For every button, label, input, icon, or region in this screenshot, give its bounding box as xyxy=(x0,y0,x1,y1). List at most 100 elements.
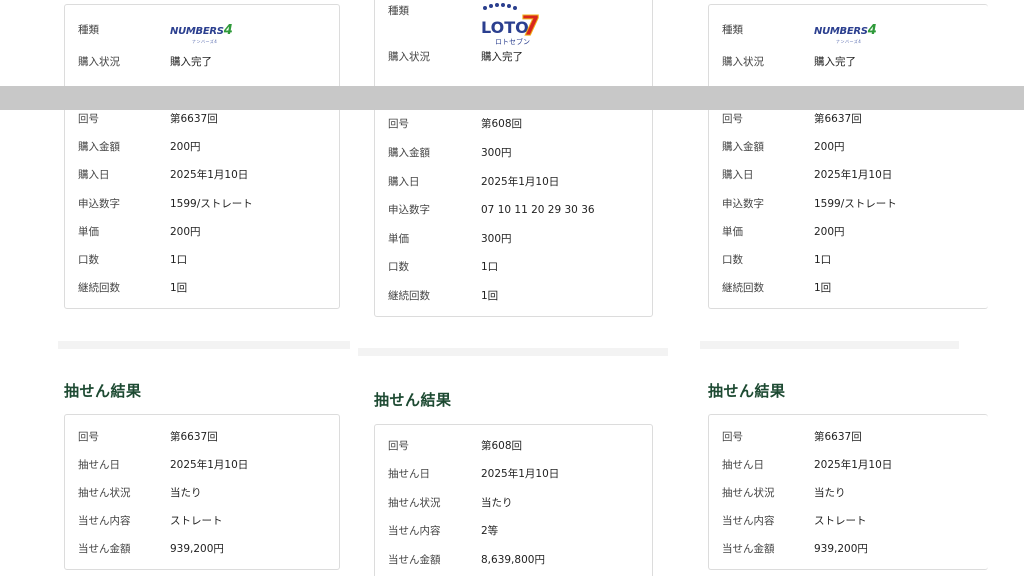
row-label: 抽せん日 xyxy=(388,468,430,480)
row-label: 抽せん状況 xyxy=(722,487,775,499)
row-units: 口数 1口 xyxy=(375,257,652,277)
result-heading: 抽せん結果 xyxy=(708,382,786,400)
numbers4-digit: 4 xyxy=(223,23,233,38)
result-card-1: 回号 第6637回 抽せん日 2025年1月10日 抽せん状況 当たり 当せん内… xyxy=(64,414,340,570)
row-value: 2025年1月10日 xyxy=(170,459,249,471)
row-value: 1回 xyxy=(170,282,188,294)
section-divider xyxy=(358,348,668,356)
row-type: 種類 NUMBERS4 ナンバーズ4 xyxy=(709,20,988,44)
row-numbers: 申込数字 07 10 11 20 29 30 36 xyxy=(375,200,652,220)
row-value: 200円 xyxy=(814,141,845,153)
star-icon xyxy=(483,3,517,10)
row-label: 口数 xyxy=(722,254,743,266)
result-row: 抽せん日 2025年1月10日 xyxy=(375,464,652,484)
row-type: 種類 NUMBERS4 ナンバーズ4 xyxy=(65,20,339,44)
row-label: 回号 xyxy=(722,431,743,443)
numbers4-digit: 4 xyxy=(867,23,877,38)
row-value: 200円 xyxy=(170,141,201,153)
row-label: 当せん金額 xyxy=(78,543,131,555)
row-continuation: 継続回数 1回 xyxy=(375,286,652,306)
result-row: 当せん金額 8,639,800円 xyxy=(375,550,652,570)
row-value: ストレート xyxy=(170,515,223,527)
result-row: 当せん内容 2等 xyxy=(375,521,652,541)
row-label: 種類 xyxy=(722,24,743,36)
row-continuation: 継続回数 1回 xyxy=(709,278,988,298)
row-label: 継続回数 xyxy=(78,282,120,294)
section-divider xyxy=(700,341,959,349)
row-value: 939,200円 xyxy=(170,543,224,555)
row-label: 回号 xyxy=(78,431,99,443)
result-row: 抽せん状況 当たり xyxy=(375,493,652,513)
row-value: 当たり xyxy=(481,497,513,509)
row-label: 購入状況 xyxy=(78,56,120,68)
row-status: 購入状況 購入完了 xyxy=(709,52,988,72)
row-label: 申込数字 xyxy=(722,198,764,210)
result-row: 抽せん状況 当たり xyxy=(709,483,988,503)
row-amount: 購入金額 200円 xyxy=(709,137,988,157)
row-date: 購入日 2025年1月10日 xyxy=(709,165,988,185)
row-value: 2025年1月10日 xyxy=(481,468,560,480)
row-value: 第6637回 xyxy=(814,113,862,125)
row-label: 購入金額 xyxy=(388,147,430,159)
row-label: 単価 xyxy=(388,233,409,245)
row-value: 購入完了 xyxy=(481,51,523,63)
row-draw-number: 回号 第6637回 xyxy=(709,109,988,129)
result-row: 回号 第6637回 xyxy=(709,427,988,447)
section-divider xyxy=(58,341,350,349)
row-label: 申込数字 xyxy=(388,204,430,216)
result-row: 抽せん状況 当たり xyxy=(65,483,339,503)
row-value: 2等 xyxy=(481,525,499,537)
result-row: 当せん金額 939,200円 xyxy=(709,539,988,559)
row-value: 当たり xyxy=(170,487,202,499)
row-value: 第6637回 xyxy=(170,113,218,125)
row-label: 種類 xyxy=(388,5,409,17)
result-row: 抽せん日 2025年1月10日 xyxy=(65,455,339,475)
row-continuation: 継続回数 1回 xyxy=(65,278,339,298)
row-units: 口数 1口 xyxy=(65,250,339,270)
row-unit-price: 単価 200円 xyxy=(65,222,339,242)
numbers4-logo: NUMBERS4 ナンバーズ4 xyxy=(170,23,233,44)
row-value: 購入完了 xyxy=(814,56,856,68)
result-heading: 抽せん結果 xyxy=(374,391,452,409)
result-row: 回号 第6637回 xyxy=(65,427,339,447)
row-value: 第608回 xyxy=(481,118,523,130)
row-value: 8,639,800円 xyxy=(481,554,545,566)
row-label: 継続回数 xyxy=(388,290,430,302)
row-value: 購入完了 xyxy=(170,56,212,68)
row-label: 回号 xyxy=(388,440,409,452)
row-value: 07 10 11 20 29 30 36 xyxy=(481,204,595,216)
row-value: 当たり xyxy=(814,487,846,499)
loto7-logo: LOTO 7 ロトセブン xyxy=(481,3,541,46)
row-label: 当せん金額 xyxy=(388,554,441,566)
row-label: 当せん内容 xyxy=(388,525,441,537)
row-date: 購入日 2025年1月10日 xyxy=(375,172,652,192)
row-value: 200円 xyxy=(170,226,201,238)
row-value: 1口 xyxy=(170,254,188,266)
loto-sub-text: ロトセブン xyxy=(495,37,530,46)
row-value: 2025年1月10日 xyxy=(814,459,893,471)
row-amount: 購入金額 200円 xyxy=(65,137,339,157)
row-unit-price: 単価 200円 xyxy=(709,222,988,242)
row-label: 口数 xyxy=(388,261,409,273)
row-label: 購入日 xyxy=(78,169,110,181)
row-label: 購入日 xyxy=(722,169,754,181)
row-value: 第608回 xyxy=(481,440,523,452)
result-row: 抽せん日 2025年1月10日 xyxy=(709,455,988,475)
row-label: 購入状況 xyxy=(722,56,764,68)
result-row: 回号 第608回 xyxy=(375,436,652,456)
row-value: 2025年1月10日 xyxy=(481,176,560,188)
row-label: 回号 xyxy=(78,113,99,125)
row-label: 種類 xyxy=(78,24,99,36)
row-label: 当せん内容 xyxy=(78,515,131,527)
row-label: 抽せん日 xyxy=(78,459,120,471)
row-numbers: 申込数字 1599/ストレート xyxy=(709,194,988,214)
row-label: 購入金額 xyxy=(78,141,120,153)
row-value: ストレート xyxy=(814,515,867,527)
row-value: 第6637回 xyxy=(814,431,862,443)
row-label: 口数 xyxy=(78,254,99,266)
row-label: 当せん内容 xyxy=(722,515,775,527)
row-label: 単価 xyxy=(722,226,743,238)
row-draw-number: 回号 第6637回 xyxy=(65,109,339,129)
row-value: 939,200円 xyxy=(814,543,868,555)
result-row: 当せん内容 ストレート xyxy=(65,511,339,531)
